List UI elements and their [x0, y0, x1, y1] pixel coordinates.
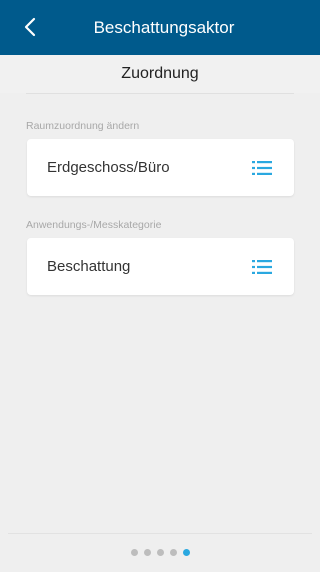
page-dot-4[interactable]	[169, 548, 177, 556]
category-value: Beschattung	[47, 258, 131, 275]
footer-divider	[8, 533, 312, 534]
room-assignment-value: Erdgeschoss/Büro	[47, 159, 170, 176]
room-assignment-select[interactable]: Erdgeschoss/Büro	[27, 139, 294, 196]
section-title: Zuordnung	[0, 55, 320, 93]
category-select[interactable]: Beschattung	[27, 238, 294, 295]
list-icon[interactable]	[252, 259, 272, 275]
page-dot-3[interactable]	[156, 548, 164, 556]
page-dot-1[interactable]	[130, 548, 138, 556]
page-title: Beschattungsaktor	[93, 17, 235, 37]
page-dot-5[interactable]	[182, 548, 190, 556]
category-label: Anwendungs-/Messkategorie	[26, 219, 162, 231]
app-header: Beschattungsaktor	[0, 0, 320, 55]
back-button[interactable]	[14, 10, 46, 44]
room-assignment-label: Raumzuordnung ändern	[26, 120, 140, 132]
page-indicator	[0, 545, 320, 559]
page-dot-2[interactable]	[143, 548, 151, 556]
chevron-left-icon	[24, 17, 36, 37]
divider	[26, 93, 294, 94]
list-icon[interactable]	[252, 160, 272, 176]
